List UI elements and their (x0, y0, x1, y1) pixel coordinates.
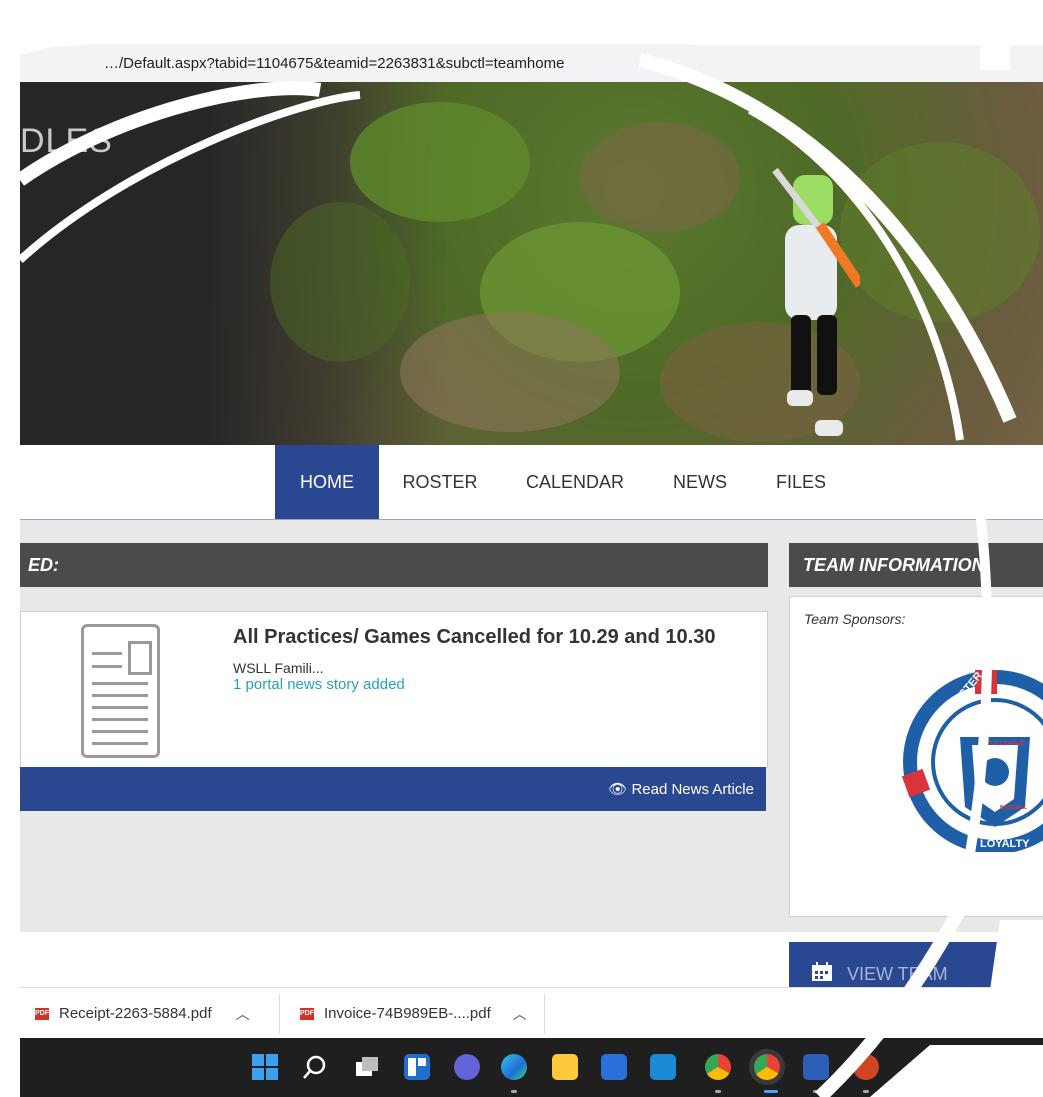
feed-header: ED: (20, 543, 768, 587)
news-card: All Practices/ Games Cancelled for 10.29… (20, 611, 768, 768)
running-indicator (511, 1090, 517, 1093)
browser-address-bar[interactable]: …/Default.aspx?tabid=1104675&teamid=2263… (0, 44, 1043, 83)
nav-news[interactable]: NEWS (664, 445, 736, 519)
mail-icon[interactable] (650, 1054, 676, 1080)
view-team-label: VIEW TEAM (847, 964, 948, 984)
edge-icon[interactable] (501, 1054, 527, 1080)
windows-start-icon[interactable] (252, 1054, 278, 1080)
news-document-icon (81, 624, 160, 758)
task-view-icon[interactable] (354, 1054, 380, 1080)
team-info-title: TEAM INFORMATION: (803, 555, 991, 575)
logo-loyalty-text: LOYALTY (980, 838, 1030, 850)
nav-calendar[interactable]: CALENDAR (515, 445, 635, 519)
read-news-button[interactable]: 👁 Read News Article (608, 780, 754, 798)
news-title[interactable]: All Practices/ Games Cancelled for 10.29… (233, 626, 715, 649)
download-separator (279, 994, 280, 1034)
download-separator (544, 994, 545, 1034)
eye-icon: 👁 (608, 781, 632, 798)
chat-icon[interactable] (454, 1054, 480, 1080)
url-text[interactable]: …/Default.aspx?tabid=1104675&teamid=2263… (104, 55, 564, 72)
downloads-bar: PDF Receipt-2263-5884.pdf ︿ PDF Invoice-… (0, 987, 1043, 1039)
logo-ribbon2-text: BASEBALL (1000, 805, 1027, 811)
download-item-invoice[interactable]: PDF Invoice-74B989EB-....pdf ︿ (300, 988, 527, 1039)
widgets-icon[interactable] (404, 1054, 430, 1080)
team-info-panel: Team Sponsors: CHARACTER LOYALTY LITTLE … (789, 596, 1043, 917)
active-indicator (764, 1090, 778, 1093)
nav-files[interactable]: FILES (765, 445, 837, 519)
pdf-icon: PDF (35, 1007, 49, 1020)
team-info-header: TEAM INFORMATION: (789, 543, 1043, 587)
news-author: WSLL Famili... (233, 660, 324, 676)
read-news-label: Read News Article (631, 781, 754, 798)
player-image (772, 167, 860, 436)
chevron-up-icon[interactable]: ︿ (513, 1004, 527, 1024)
word-icon[interactable] (803, 1054, 829, 1080)
pdf-icon: PDF (300, 1007, 314, 1020)
running-indicator (715, 1090, 721, 1093)
download-item-receipt[interactable]: PDF Receipt-2263-5884.pdf ︿ (35, 988, 250, 1039)
news-portal-link[interactable]: 1 portal news story added (233, 676, 405, 693)
screenshot-stage: U F …/Default.aspx?tabid=1104675&teamid=… (0, 0, 1043, 1097)
search-icon[interactable] (302, 1054, 328, 1080)
logo-ribbon-text: LITTLE LEAGUE (978, 741, 1025, 747)
calendar-icon (812, 962, 832, 981)
news-card-footer: 👁 Read News Article (20, 767, 766, 811)
little-league-logo: CHARACTER LOYALTY LITTLE LEAGUE BASEBALL (901, 670, 1043, 852)
chrome-icon[interactable] (754, 1054, 780, 1080)
running-indicator (813, 1090, 819, 1093)
powerpoint-icon[interactable] (853, 1054, 879, 1080)
download-filename: Receipt-2263-5884.pdf (59, 1005, 212, 1022)
nav-roster[interactable]: ROSTER (396, 445, 484, 519)
windows-taskbar (0, 1038, 1043, 1097)
team-sponsors-label: Team Sponsors: (804, 611, 906, 627)
feed-header-title: ED: (28, 555, 59, 575)
download-filename: Invoice-74B989EB-....pdf (324, 1005, 491, 1022)
team-nav: HOME ROSTER CALENDAR NEWS FILES (0, 445, 1043, 521)
running-indicator (863, 1090, 869, 1093)
chevron-up-icon[interactable]: ︿ (236, 1004, 250, 1024)
chrome-profile-icon[interactable] (705, 1054, 731, 1080)
nav-home[interactable]: HOME (275, 445, 379, 519)
store-icon[interactable] (601, 1054, 627, 1080)
hero-banner (20, 82, 1043, 445)
team-name-partial: DLES (20, 122, 113, 160)
file-explorer-icon[interactable] (552, 1054, 578, 1080)
